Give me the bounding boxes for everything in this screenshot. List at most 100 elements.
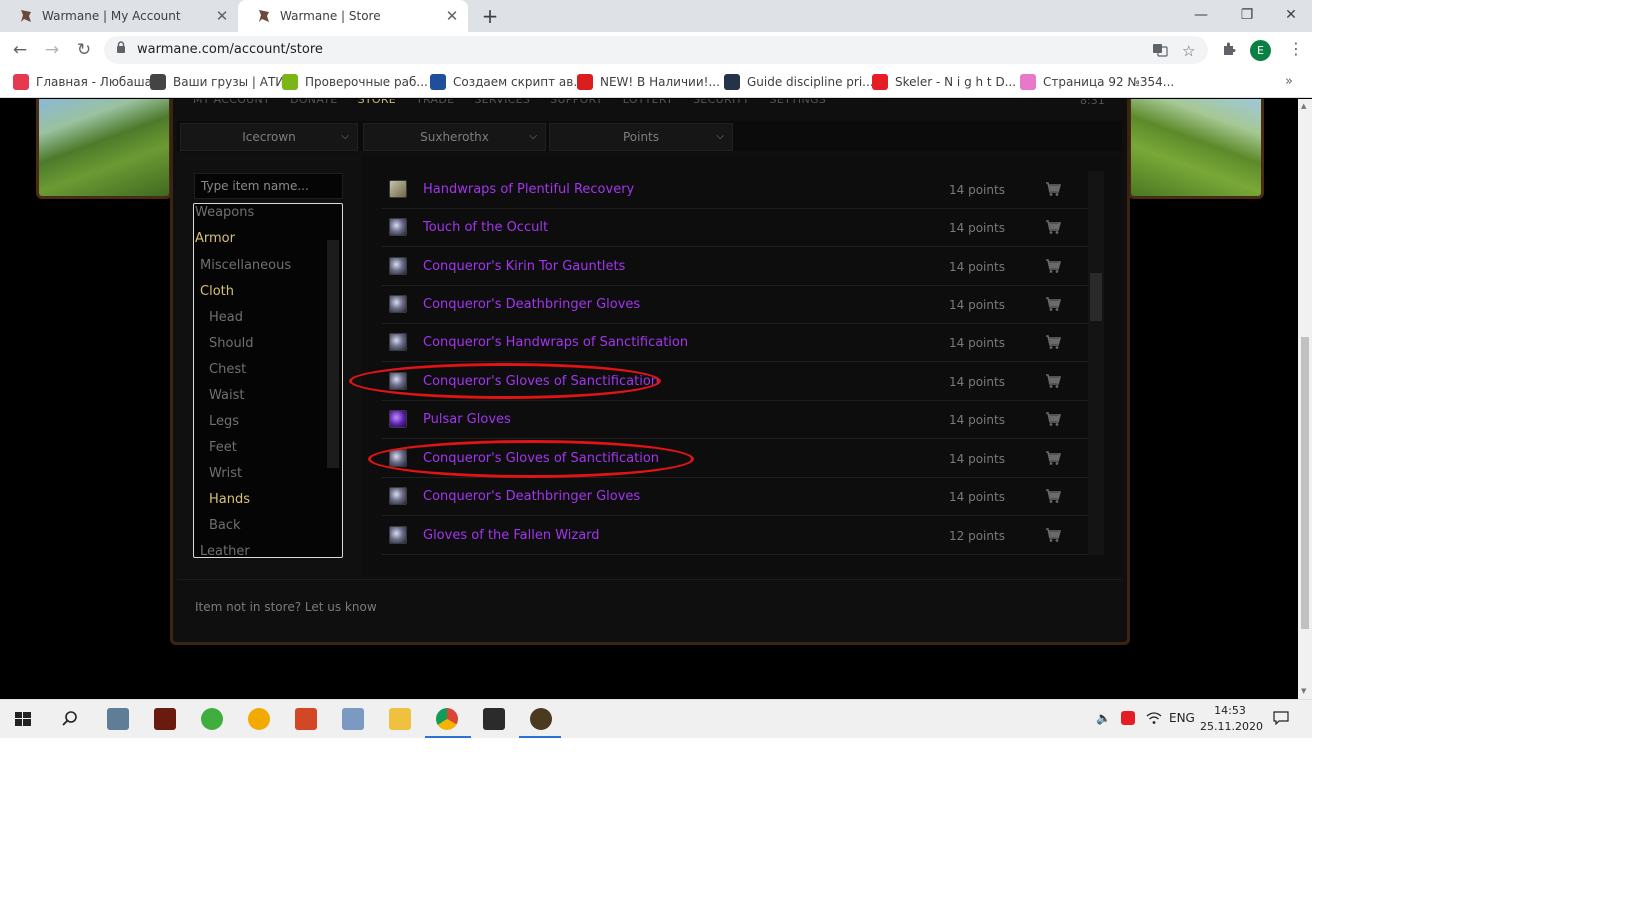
item-not-in-store-link[interactable]: Item not in store? Let us know [195, 600, 377, 614]
category-head[interactable]: Head [209, 310, 243, 325]
category-armor[interactable]: Armor [195, 231, 235, 246]
category-should[interactable]: Should [209, 336, 254, 351]
cart-icon[interactable] [1045, 411, 1062, 427]
character-select[interactable]: Suxherothx ⌵ [363, 123, 546, 151]
currency-select[interactable]: Points ⌵ [549, 123, 733, 151]
cart-icon[interactable] [1045, 219, 1062, 235]
archicad-icon[interactable] [248, 708, 270, 730]
cart-icon[interactable] [1045, 488, 1062, 504]
item-name[interactable]: Touch of the Occult [423, 220, 548, 235]
item-name[interactable]: Conqueror's Deathbringer Gloves [423, 489, 640, 504]
bookmarks-overflow-icon[interactable]: » [1285, 74, 1293, 89]
tab-store[interactable]: Warmane | Store ✕ [238, 0, 468, 32]
category-scrollbar[interactable] [327, 240, 339, 468]
nav-services[interactable]: SERVICES [474, 99, 530, 109]
item-row[interactable]: Pulsar Gloves 14 points [382, 401, 1088, 439]
bookmark-item[interactable]: Guide discipline pri... [724, 74, 874, 90]
translate-icon[interactable] [1152, 42, 1168, 62]
nav-settings[interactable]: SETTINGS [770, 99, 827, 109]
game-launcher-icon[interactable] [154, 708, 176, 730]
network-app-icon[interactable] [342, 708, 364, 730]
category-waist[interactable]: Waist [209, 388, 244, 403]
item-row[interactable]: Touch of the Occult 14 points [382, 209, 1088, 247]
new-tab-button[interactable]: + [478, 4, 502, 28]
item-row[interactable]: Conqueror's Deathbringer Gloves 14 point… [382, 478, 1088, 516]
nav-support[interactable]: SUPPORT [550, 99, 603, 109]
bookmark-item[interactable]: Создаем скрипт ав... [430, 74, 585, 90]
item-name[interactable]: Pulsar Gloves [423, 412, 511, 427]
extensions-puzzle-icon[interactable] [1221, 41, 1237, 61]
cart-icon[interactable] [1045, 258, 1062, 274]
calculator-icon[interactable] [107, 708, 129, 730]
category-weapons[interactable]: Weapons [195, 205, 254, 220]
cart-icon[interactable] [1045, 334, 1062, 350]
file-explorer-icon[interactable] [389, 708, 411, 730]
cart-icon[interactable] [1045, 450, 1062, 466]
category-cloth[interactable]: Cloth [200, 284, 234, 299]
nav-store[interactable]: STORE [358, 99, 396, 109]
category-legs[interactable]: Legs [209, 414, 239, 429]
item-row[interactable]: Handwraps of Plentiful Recovery 14 point… [382, 171, 1088, 209]
category-miscellaneous[interactable]: Miscellaneous [200, 258, 291, 273]
nav-lottery[interactable]: LOTTERY [623, 99, 673, 109]
profile-avatar[interactable]: E [1250, 40, 1271, 61]
category-hands[interactable]: Hands [209, 492, 250, 507]
item-list-scroll-thumb[interactable] [1090, 273, 1102, 321]
page-scroll-thumb[interactable] [1301, 337, 1309, 629]
bookmark-item[interactable]: Главная - Любаша [13, 74, 152, 90]
category-wrist[interactable]: Wrist [209, 466, 242, 481]
nav-security[interactable]: SECURITY [693, 99, 749, 109]
nav-trade[interactable]: TRADE [416, 99, 454, 109]
forward-arrow-icon[interactable]: → [40, 38, 64, 62]
item-list-scrollbar[interactable] [1088, 171, 1104, 555]
item-row[interactable]: Conqueror's Handwraps of Sanctification … [382, 324, 1088, 362]
bookmark-star-icon[interactable]: ☆ [1182, 42, 1195, 60]
nav-donate[interactable]: DONATE [290, 99, 338, 109]
category-chest[interactable]: Chest [209, 362, 246, 377]
scroll-down-icon[interactable]: ▼ [1301, 687, 1306, 695]
powerpoint-icon[interactable] [295, 708, 317, 730]
notifications-icon[interactable] [1273, 711, 1289, 728]
item-name[interactable]: Gloves of the Fallen Wizard [423, 528, 600, 543]
scroll-up-icon[interactable]: ▲ [1301, 102, 1306, 110]
volume-icon[interactable]: 🔈 [1096, 711, 1111, 725]
system-clock[interactable]: 14:53 25.11.2020 [1200, 703, 1263, 735]
realm-select[interactable]: Icecrown ⌵ [180, 123, 358, 151]
reload-icon[interactable]: ↻ [72, 38, 96, 62]
windows-start-icon[interactable] [12, 708, 34, 730]
card-game-icon[interactable] [483, 708, 505, 730]
bookmark-item[interactable]: NEW! В Наличии!... [577, 74, 720, 90]
wifi-icon[interactable] [1146, 711, 1162, 728]
item-name[interactable]: Conqueror's Handwraps of Sanctification [423, 335, 688, 350]
category-feet[interactable]: Feet [209, 440, 237, 455]
tab-close-icon[interactable]: ✕ [442, 7, 462, 25]
item-name[interactable]: Conqueror's Kirin Tor Gauntlets [423, 259, 625, 274]
chrome-icon[interactable] [436, 708, 458, 730]
nav-my-account[interactable]: MY ACCOUNT [193, 99, 270, 109]
cart-icon[interactable] [1045, 296, 1062, 312]
back-arrow-icon[interactable]: ← [8, 38, 32, 62]
restore-icon[interactable]: ❐ [1224, 0, 1270, 32]
bookmark-item[interactable]: Страница 92 №354... [1020, 74, 1174, 90]
language-indicator[interactable]: ENG [1169, 711, 1195, 725]
bookmark-item[interactable]: Ваши грузы | АТИ [150, 74, 284, 90]
menu-kebab-icon[interactable]: ⋮ [1288, 39, 1304, 58]
address-bar[interactable]: warmane.com/account/store ☆ [104, 36, 1208, 64]
minimize-icon[interactable]: — [1178, 0, 1224, 32]
search-icon[interactable] [59, 708, 81, 730]
cart-icon[interactable] [1045, 181, 1062, 197]
cart-icon[interactable] [1045, 373, 1062, 389]
bookmark-item[interactable]: Проверочные раб... [282, 74, 428, 90]
item-name[interactable]: Conqueror's Deathbringer Gloves [423, 297, 640, 312]
cart-icon[interactable] [1045, 527, 1062, 543]
item-row[interactable]: Conqueror's Deathbringer Gloves 14 point… [382, 286, 1088, 324]
item-name[interactable]: Handwraps of Plentiful Recovery [423, 182, 634, 197]
category-back[interactable]: Back [209, 518, 241, 533]
close-window-icon[interactable]: ✕ [1268, 0, 1312, 32]
bookmark-item[interactable]: Skeler - N i g h t D... [872, 74, 1016, 90]
tab-my-account[interactable]: Warmane | My Account ✕ [0, 0, 238, 32]
warcraft-icon[interactable] [530, 708, 552, 730]
tab-close-icon[interactable]: ✕ [212, 7, 232, 25]
item-row[interactable]: Conqueror's Kirin Tor Gauntlets 14 point… [382, 248, 1088, 286]
page-scrollbar[interactable]: ▲ ▼ [1298, 99, 1312, 699]
